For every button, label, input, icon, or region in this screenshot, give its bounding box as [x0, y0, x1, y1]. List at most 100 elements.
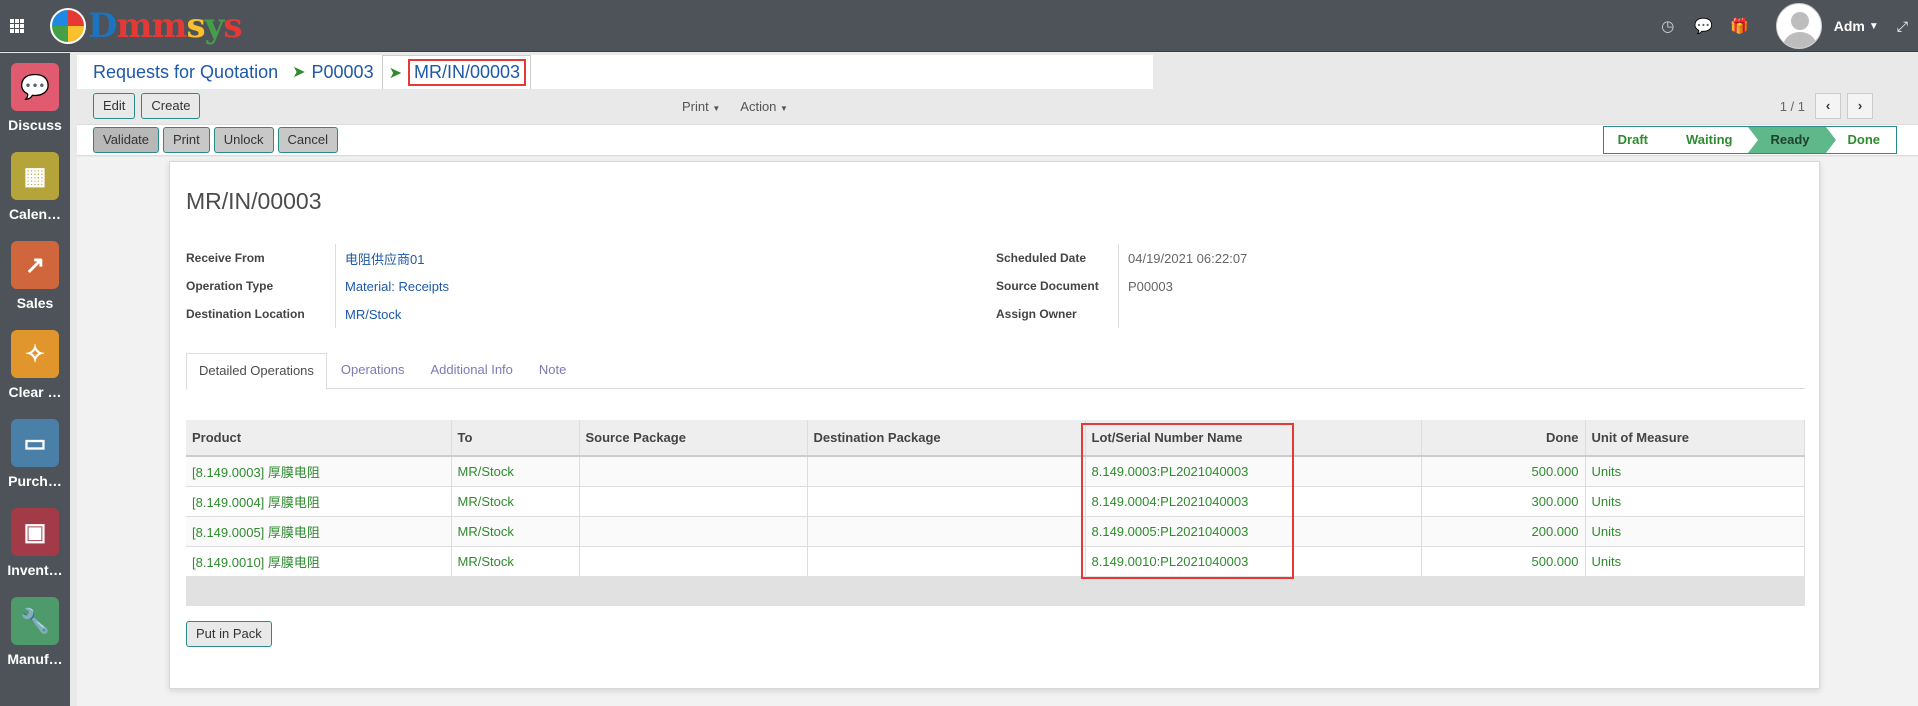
app-calendar[interactable]: ▦ Calen…: [0, 142, 70, 231]
stage-waiting[interactable]: Waiting: [1664, 127, 1759, 153]
cell-to: MR/Stock: [451, 486, 580, 517]
arrow-right-icon: ➤: [292, 64, 306, 81]
put-in-pack-button[interactable]: Put in Pack: [186, 621, 272, 647]
avatar[interactable]: [1775, 3, 1822, 49]
pager-previous-button[interactable]: ‹: [1815, 93, 1841, 119]
app-discuss[interactable]: 💬 Discuss: [0, 53, 70, 142]
column-header-to[interactable]: To: [451, 420, 580, 457]
field-operation-type: Operation Type Material: Receipts: [186, 272, 449, 300]
fields-left: Receive From 电阻供应商01 Operation Type Mate…: [186, 244, 449, 328]
print-button[interactable]: Print: [163, 127, 210, 153]
field-receive-from: Receive From 电阻供应商01: [186, 244, 449, 272]
pager-value[interactable]: 1 / 1: [1780, 99, 1805, 114]
print-dropdown-label: Print: [682, 99, 709, 114]
cancel-button[interactable]: Cancel: [277, 127, 338, 153]
app-label: Sales: [16, 295, 54, 311]
action-dropdown[interactable]: Action ▼: [740, 99, 788, 114]
box-icon: ▣: [11, 508, 59, 556]
chart-up-icon: ↗: [11, 241, 59, 289]
logo-text: Dmmsys: [88, 6, 243, 46]
column-header-product[interactable]: Product: [186, 420, 452, 457]
field-label: Receive From: [186, 244, 336, 272]
source-document-value: P00003: [1128, 278, 1173, 294]
unlock-button[interactable]: Unlock: [213, 127, 274, 153]
app-label: Clear …: [8, 384, 62, 400]
calendar-icon: ▦: [11, 152, 59, 200]
tab-detailed-operations[interactable]: Detailed Operations: [186, 353, 327, 390]
app-clear[interactable]: ✧ Clear …: [0, 320, 70, 409]
operation-type-link[interactable]: Material: Receipts: [336, 279, 449, 294]
table-row[interactable]: [8.149.0004] 厚膜电阻 MR/Stock 8.149.0004:PL…: [186, 486, 1805, 517]
column-header-uom[interactable]: Unit of Measure: [1585, 420, 1805, 457]
cell-done: 500.000: [1421, 546, 1586, 577]
chat-bubble-icon: 💬: [11, 63, 59, 111]
stage-draft[interactable]: Draft: [1603, 127, 1675, 153]
expand-icon[interactable]: ⤢: [1897, 18, 1908, 35]
logo-ball-icon: [50, 8, 86, 44]
breadcrumb-item-rfq[interactable]: Requests for Quotation: [77, 62, 278, 83]
app-purchase[interactable]: ▭ Purch…: [0, 409, 70, 498]
pager-next-button[interactable]: ›: [1847, 93, 1873, 119]
receive-from-link[interactable]: 电阻供应商01: [336, 249, 424, 268]
lot-column-highlight: [1081, 423, 1294, 579]
field-source-document: Source Document P00003: [996, 272, 1247, 300]
breadcrumb-current: MR/IN/00003: [407, 59, 527, 86]
cell-to: MR/Stock: [451, 456, 580, 487]
cell-done: 300.000: [1421, 486, 1586, 517]
app-inventory[interactable]: ▣ Invent…: [0, 498, 70, 587]
breadcrumb-item-po[interactable]: P00003: [306, 62, 374, 83]
field-label: Operation Type: [186, 272, 336, 300]
broom-icon: ✧: [11, 330, 59, 378]
validate-button[interactable]: Validate: [93, 127, 160, 153]
breadcrumb-current-wrap: ➤ MR/IN/00003: [381, 55, 532, 89]
stage-ready[interactable]: Ready: [1748, 127, 1836, 153]
column-header-source-package[interactable]: Source Package: [579, 420, 808, 457]
create-button[interactable]: Create: [141, 93, 201, 119]
table-row[interactable]: [8.149.0003] 厚膜电阻 MR/Stock 8.149.0003:PL…: [186, 456, 1805, 487]
form-sheet: MR/IN/00003 Receive From 电阻供应商01 Operati…: [169, 161, 1820, 689]
edit-button[interactable]: Edit: [93, 93, 136, 119]
stage-done[interactable]: Done: [1825, 127, 1896, 153]
app-sidebar: 💬 Discuss ▦ Calen… ↗ Sales ✧ Clear … ▭ P…: [0, 53, 70, 706]
gift-icon[interactable]: 🎁: [1722, 17, 1758, 35]
table-row[interactable]: [8.149.0010] 厚膜电阻 MR/Stock 8.149.0010:PL…: [186, 546, 1805, 577]
table-row[interactable]: [8.149.0005] 厚膜电阻 MR/Stock 8.149.0005:PL…: [186, 516, 1805, 547]
app-label: Purch…: [8, 473, 62, 489]
pager: 1 / 1 ‹ ›: [1780, 93, 1873, 119]
chat-icon[interactable]: 💬: [1686, 17, 1722, 35]
column-header-destination-package[interactable]: Destination Package: [807, 420, 1086, 457]
cell-source-package: [579, 546, 808, 577]
wrench-icon: 🔧: [11, 597, 59, 645]
app-sales[interactable]: ↗ Sales: [0, 231, 70, 320]
cell-uom: Units: [1585, 456, 1805, 487]
user-name[interactable]: Adm: [1834, 18, 1865, 34]
clock-icon[interactable]: ◷: [1650, 17, 1686, 35]
field-assign-owner: Assign Owner: [996, 300, 1247, 328]
column-header-done[interactable]: Done: [1421, 420, 1586, 457]
cell-uom: Units: [1585, 486, 1805, 517]
tab-note[interactable]: Note: [527, 353, 578, 389]
table-header-row: Product To Source Package Destination Pa…: [186, 420, 1805, 457]
apps-menu-icon[interactable]: [10, 19, 24, 33]
cell-destination-package: [807, 486, 1086, 517]
app-manufacturing[interactable]: 🔧 Manuf…: [0, 587, 70, 676]
chevron-down-icon[interactable]: ▼: [1869, 21, 1879, 32]
field-label: Source Document: [996, 272, 1119, 300]
cell-source-package: [579, 516, 808, 547]
cell-uom: Units: [1585, 516, 1805, 547]
destination-location-link[interactable]: MR/Stock: [336, 307, 401, 322]
cell-product: [8.149.0004] 厚膜电阻: [186, 486, 452, 517]
app-label: Discuss: [8, 117, 62, 133]
detailed-operations-table: Product To Source Package Destination Pa…: [186, 420, 1805, 577]
tab-additional-info[interactable]: Additional Info: [419, 353, 525, 389]
print-dropdown[interactable]: Print ▼: [682, 99, 720, 114]
app-label: Calen…: [8, 206, 62, 222]
arrow-right-icon: ➤: [388, 64, 402, 82]
app-label: Invent…: [7, 562, 63, 578]
tab-operations[interactable]: Operations: [329, 353, 417, 389]
field-scheduled-date: Scheduled Date 04/19/2021 06:22:07: [996, 244, 1247, 272]
cell-to: MR/Stock: [451, 516, 580, 547]
logo[interactable]: Dmmsys: [50, 6, 243, 46]
breadcrumb: Requests for Quotation ➤ P00003 ➤ MR/IN/…: [77, 55, 1153, 89]
field-label: Destination Location: [186, 300, 336, 328]
